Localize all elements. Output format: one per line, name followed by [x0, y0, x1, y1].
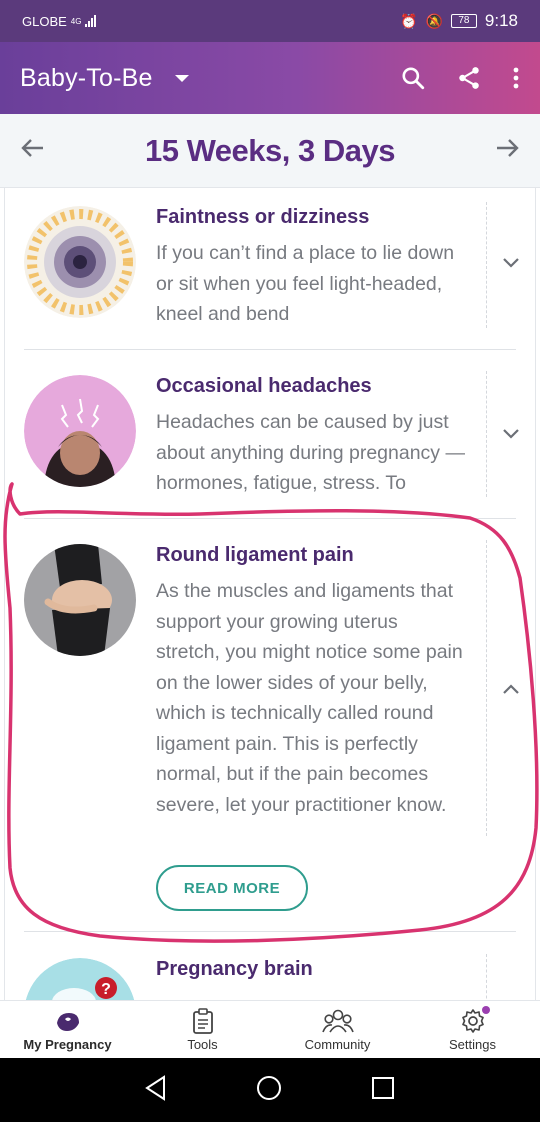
belly-image: [24, 544, 136, 656]
arrow-right-icon[interactable]: [494, 137, 520, 164]
clipboard-icon: [192, 1007, 214, 1034]
chevron-down-icon[interactable]: [502, 427, 520, 445]
people-icon: [321, 1008, 354, 1034]
more-vertical-icon[interactable]: [512, 66, 520, 90]
spiral-image: [24, 206, 136, 318]
system-navigation-bar: [0, 1058, 540, 1122]
status-right: ⏰ 🔕 78 9:18: [400, 11, 518, 31]
week-header: 15 Weeks, 3 Days: [0, 114, 540, 188]
network-type: 4G: [70, 16, 82, 26]
app-actions: [400, 65, 520, 91]
gear-icon: [460, 1005, 490, 1034]
nav-my-pregnancy[interactable]: My Pregnancy: [0, 1001, 135, 1058]
nav-label: Community: [304, 1036, 371, 1052]
symptom-card-headaches[interactable]: Occasional headaches Headaches can be ca…: [24, 371, 519, 517]
recents-icon[interactable]: [370, 1075, 396, 1106]
share-icon[interactable]: [456, 65, 482, 91]
nav-settings[interactable]: Settings: [405, 1001, 540, 1058]
notification-dot: [481, 1005, 490, 1014]
chevron-down-icon[interactable]: [174, 74, 189, 82]
arrow-left-icon[interactable]: [20, 137, 46, 164]
nav-label: Tools: [187, 1036, 218, 1052]
divider: [24, 931, 516, 932]
back-icon[interactable]: [144, 1074, 168, 1106]
divider-dashed: [486, 202, 487, 328]
divider: [24, 349, 516, 350]
mute-icon: 🔕: [425, 12, 443, 29]
symptom-card-round-ligament[interactable]: Round ligament pain As the muscles and l…: [24, 540, 519, 924]
nav-label: Settings: [449, 1036, 496, 1052]
signal-icon: [85, 15, 97, 27]
divider-dashed: [486, 540, 487, 836]
divider-dashed: [486, 371, 487, 497]
symptom-card-pregnancy-brain[interactable]: ? Pregnancy brain: [24, 954, 516, 1000]
battery-icon: 78: [450, 14, 477, 28]
chevron-down-icon[interactable]: [502, 256, 520, 274]
carrier-label: GLOBE: [22, 13, 67, 29]
nav-label: My Pregnancy: [23, 1036, 112, 1052]
svg-text:?: ?: [101, 981, 111, 998]
bottom-navigation: My Pregnancy Tools Community Settings: [0, 1000, 540, 1058]
home-icon[interactable]: [255, 1074, 283, 1107]
symptom-title: Pregnancy brain: [156, 958, 313, 980]
symptom-body: Headaches can be caused by just about an…: [156, 411, 465, 494]
symptom-title: Faintness or dizziness: [156, 206, 370, 228]
divider-dashed: [486, 954, 487, 1000]
nav-community[interactable]: Community: [270, 1001, 405, 1058]
app-title[interactable]: Baby-To-Be: [20, 64, 153, 93]
brain-image: ?: [24, 958, 136, 1000]
symptom-body: As the muscles and ligaments that suppor…: [156, 580, 463, 816]
symptom-title: Occasional headaches: [156, 375, 372, 397]
symptom-body: If you can’t find a place to lie down or…: [156, 242, 455, 325]
symptoms-list[interactable]: Faintness or dizziness If you can’t find…: [0, 188, 540, 1000]
chevron-up-icon[interactable]: [502, 682, 520, 700]
headache-image: [24, 375, 136, 487]
week-title: 15 Weeks, 3 Days: [145, 132, 395, 168]
nav-tools[interactable]: Tools: [135, 1001, 270, 1058]
search-icon[interactable]: [400, 65, 426, 91]
alarm-icon: ⏰: [400, 12, 418, 29]
status-left: GLOBE 4G: [22, 13, 97, 29]
symptom-card-faintness[interactable]: Faintness or dizziness If you can’t find…: [24, 202, 519, 350]
app-bar: Baby-To-Be: [0, 42, 540, 114]
pregnancy-icon: [53, 1008, 83, 1034]
clock: 9:18: [484, 11, 518, 30]
symptom-title: Round ligament pain: [156, 544, 354, 566]
read-more-button[interactable]: READ MORE: [156, 865, 308, 911]
status-bar: GLOBE 4G ⏰ 🔕 78 9:18: [0, 0, 540, 42]
divider: [24, 518, 516, 519]
